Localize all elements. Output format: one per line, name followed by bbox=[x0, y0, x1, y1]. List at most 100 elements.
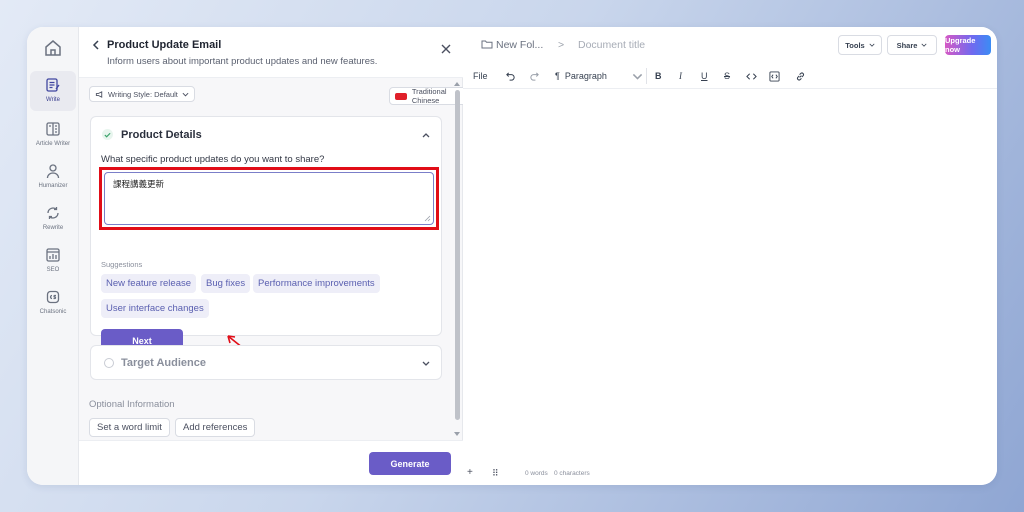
set-word-limit-button[interactable]: Set a word limit bbox=[89, 418, 170, 437]
bold-icon: B bbox=[655, 71, 662, 81]
strikethrough-icon: S bbox=[724, 71, 731, 81]
rail-label: Humanizer bbox=[38, 183, 68, 189]
product-updates-input[interactable]: 課程講義更新 bbox=[104, 172, 434, 225]
section-title: Product Details bbox=[121, 129, 202, 141]
link-button[interactable] bbox=[795, 69, 806, 83]
rail-item-seo[interactable]: SEO bbox=[30, 241, 76, 281]
generate-button[interactable]: Generate bbox=[369, 452, 451, 475]
rewrite-icon bbox=[47, 207, 59, 219]
radio-icon bbox=[104, 358, 114, 368]
editor-toolbar: File ¶ Paragraph B I U S bbox=[463, 63, 997, 89]
close-icon[interactable] bbox=[440, 43, 452, 55]
rail-label: Chatsonic bbox=[39, 309, 67, 315]
question-label: What specific product updates do you wan… bbox=[101, 154, 325, 165]
rail-item-write[interactable]: Write bbox=[30, 71, 76, 111]
optional-info-label: Optional Information bbox=[89, 399, 175, 410]
add-references-button[interactable]: Add references bbox=[175, 418, 256, 437]
toolbar-divider bbox=[646, 68, 647, 84]
code-icon bbox=[746, 72, 757, 80]
code-block-button[interactable] bbox=[769, 69, 780, 83]
panel-header: Product Update Email Inform users about … bbox=[79, 27, 463, 78]
megaphone-icon bbox=[95, 90, 103, 98]
underline-icon: U bbox=[701, 71, 708, 81]
underline-button[interactable]: U bbox=[701, 69, 708, 83]
share-button[interactable]: Share bbox=[887, 35, 937, 55]
section-title: Target Audience bbox=[121, 357, 206, 369]
editor-pane: New Fol... > Document title Tools Share … bbox=[463, 27, 997, 485]
panel-title: Product Update Email bbox=[107, 39, 222, 51]
rail-item-article-writer[interactable]: Article Writer bbox=[30, 115, 76, 155]
character-count: 0 characters bbox=[554, 470, 590, 477]
rail-label: SEO bbox=[46, 267, 60, 273]
document-title-input[interactable]: Document title bbox=[578, 39, 645, 51]
link-icon bbox=[796, 72, 805, 80]
pilcrow-icon: ¶ bbox=[555, 71, 560, 81]
flag-icon bbox=[395, 92, 407, 100]
code-button[interactable] bbox=[746, 69, 757, 83]
check-icon bbox=[102, 129, 113, 140]
italic-button[interactable]: I bbox=[679, 69, 682, 83]
writing-style-dropdown[interactable]: Writing Style: Default bbox=[89, 86, 195, 102]
highlight-annotation: 課程講義更新 bbox=[99, 167, 439, 230]
add-block-icon[interactable]: + bbox=[467, 467, 473, 478]
edit-doc-icon bbox=[46, 78, 60, 92]
article-icon bbox=[46, 122, 60, 136]
resize-grip-icon[interactable] bbox=[424, 215, 431, 222]
redo-icon bbox=[530, 71, 539, 81]
undo-icon bbox=[506, 71, 515, 81]
scroll-down-icon[interactable] bbox=[454, 432, 460, 436]
redo-button[interactable] bbox=[529, 69, 540, 83]
rail-item-rewrite[interactable]: Rewrite bbox=[30, 199, 76, 239]
suggestions-label: Suggestions bbox=[101, 260, 143, 269]
breadcrumb-separator: > bbox=[558, 39, 565, 51]
rail-item-humanizer[interactable]: Humanizer bbox=[30, 157, 76, 197]
word-count: 0 words bbox=[525, 470, 548, 477]
suggestion-chip[interactable]: User interface changes bbox=[101, 299, 209, 318]
suggestion-chip[interactable]: New feature release bbox=[101, 274, 197, 293]
suggestion-chip[interactable]: Performance improvements bbox=[253, 274, 380, 293]
scrollbar[interactable] bbox=[453, 82, 461, 438]
tools-label: Tools bbox=[845, 40, 865, 50]
share-label: Share bbox=[896, 40, 918, 50]
seo-chart-icon bbox=[46, 248, 60, 262]
chevron-left-icon[interactable] bbox=[91, 39, 101, 51]
bold-button[interactable]: B bbox=[655, 69, 662, 83]
writing-style-label: Writing Style: Default bbox=[108, 89, 178, 99]
target-audience-section[interactable]: Target Audience bbox=[90, 345, 442, 380]
strikethrough-button[interactable]: S bbox=[724, 69, 730, 83]
rail-label: Article Writer bbox=[35, 141, 71, 147]
chevron-down-icon bbox=[921, 43, 927, 47]
paragraph-dropdown[interactable]: ¶ Paragraph bbox=[555, 69, 643, 83]
drag-handle-icon[interactable]: ⠿ bbox=[492, 468, 499, 479]
home-icon[interactable] bbox=[43, 38, 63, 58]
scrollbar-thumb[interactable] bbox=[455, 90, 460, 420]
rail-label: Write bbox=[46, 97, 60, 103]
app-window: Write Article Writer Humanizer Rewrite S… bbox=[27, 27, 997, 485]
file-menu[interactable]: File bbox=[473, 69, 488, 83]
chevron-down-icon bbox=[422, 361, 430, 366]
undo-button[interactable] bbox=[505, 69, 516, 83]
panel-subtitle: Inform users about important product upd… bbox=[107, 56, 378, 67]
breadcrumb-folder[interactable]: New Fol... bbox=[496, 39, 543, 51]
form-panel: Product Update Email Inform users about … bbox=[79, 27, 493, 485]
chevron-up-icon[interactable] bbox=[421, 131, 431, 139]
suggestion-chip[interactable]: Bug fixes bbox=[201, 274, 251, 293]
rail-item-chatsonic[interactable]: Chatsonic bbox=[30, 283, 76, 323]
left-rail: Write Article Writer Humanizer Rewrite S… bbox=[27, 27, 79, 485]
scroll-up-icon[interactable] bbox=[454, 82, 460, 86]
chevron-down-icon bbox=[869, 43, 875, 47]
code-block-icon bbox=[769, 70, 780, 82]
upgrade-button[interactable]: Upgrade now bbox=[945, 35, 991, 55]
panel-footer: Generate bbox=[79, 440, 463, 485]
paragraph-label: Paragraph bbox=[564, 71, 607, 81]
italic-icon: I bbox=[679, 71, 682, 81]
tools-button[interactable]: Tools bbox=[838, 35, 882, 55]
rail-label: Rewrite bbox=[42, 225, 64, 231]
chevron-down-icon bbox=[632, 73, 643, 80]
editor-footer: + ⠿ 0 words 0 characters bbox=[463, 467, 997, 485]
chatsonic-icon bbox=[46, 290, 60, 304]
person-icon bbox=[46, 164, 60, 179]
chevron-down-icon bbox=[182, 92, 189, 96]
folder-icon bbox=[481, 40, 493, 49]
input-value: 課程講義更新 bbox=[113, 179, 165, 189]
